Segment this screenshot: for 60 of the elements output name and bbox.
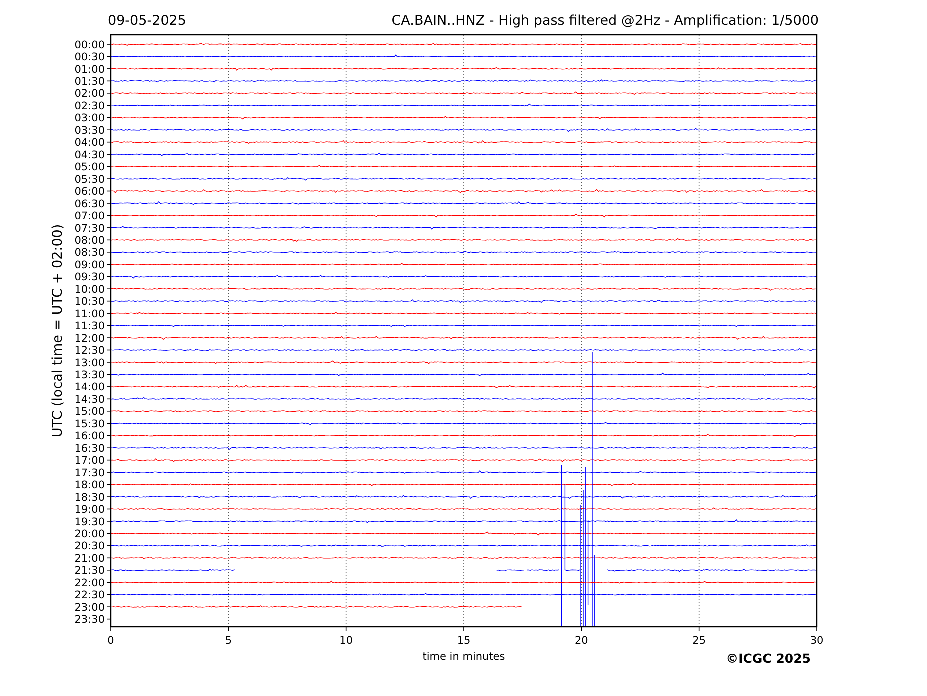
time-label: 00:00 — [74, 39, 105, 52]
time-label: 20:00 — [74, 528, 105, 540]
time-label: 11:30 — [74, 320, 105, 333]
time-label: 13:30 — [74, 370, 105, 382]
time-label: 18:00 — [74, 480, 105, 492]
time-label: 19:30 — [74, 516, 105, 528]
chart-title: CA.BAIN..HNZ - High pass filtered @2Hz - Amplification: 1/5000 — [392, 13, 819, 29]
time-label: 07:00 — [74, 210, 105, 223]
time-label: 19:00 — [74, 504, 105, 516]
time-label: 03:30 — [74, 124, 105, 137]
tick-label: 20 — [574, 635, 588, 647]
time-label: 05:00 — [74, 162, 105, 174]
tick-label: 5 — [225, 635, 232, 647]
time-label: 00:30 — [74, 52, 105, 64]
time-label: 08:00 — [74, 234, 105, 247]
tick-label: 10 — [340, 635, 354, 647]
time-label: 06:00 — [74, 186, 105, 198]
axis-title: time in minutes — [422, 651, 506, 663]
time-label: 13:00 — [74, 357, 105, 370]
time-label: 12:00 — [74, 332, 105, 345]
copyright-label: ©ICGC 2025 — [726, 651, 811, 666]
time-label: 14:30 — [74, 394, 105, 406]
time-label: 12:30 — [74, 345, 105, 358]
time-label: 14:00 — [74, 382, 105, 394]
time-label: 22:30 — [74, 590, 105, 602]
time-label: 11:00 — [74, 308, 105, 320]
tick-label: 30 — [810, 635, 824, 647]
time-label: 02:30 — [74, 100, 105, 112]
time-label: 07:30 — [74, 222, 105, 235]
date-label: 09-05-2025 — [108, 13, 186, 29]
time-label: 09:30 — [74, 272, 105, 284]
time-label: 20:30 — [74, 540, 105, 553]
time-label: 16:00 — [74, 430, 105, 443]
time-label: 17:00 — [74, 455, 105, 468]
time-label: 09:00 — [74, 259, 105, 272]
time-label: 21:00 — [74, 552, 105, 565]
time-label: 04:00 — [74, 137, 105, 150]
time-label: 06:30 — [74, 198, 105, 210]
time-label: 23:00 — [74, 602, 105, 614]
time-label: 16:30 — [74, 442, 105, 455]
time-label: 01:00 — [74, 64, 105, 76]
tick-label: 0 — [108, 635, 114, 647]
time-label: 10:30 — [74, 296, 105, 308]
tick-label: 25 — [692, 635, 706, 647]
time-label: 10:00 — [74, 284, 105, 296]
time-label: 15:30 — [74, 418, 105, 430]
time-label: 01:30 — [74, 76, 105, 88]
time-label: 21:30 — [74, 565, 105, 578]
time-label: 02:00 — [74, 88, 105, 100]
time-label: 05:30 — [74, 174, 105, 186]
time-label: 17:30 — [74, 467, 105, 480]
time-label: 22:00 — [74, 577, 105, 590]
time-label: 23:30 — [74, 614, 105, 626]
time-label: 18:30 — [74, 492, 105, 504]
time-label: 03:00 — [74, 112, 105, 125]
time-label: 08:30 — [74, 247, 105, 260]
time-label: 04:30 — [74, 149, 105, 162]
time-label: 15:00 — [74, 406, 105, 418]
tick-label: 15 — [457, 635, 471, 647]
axis-title: UTC (local time = UTC + 02:00) — [50, 224, 66, 438]
